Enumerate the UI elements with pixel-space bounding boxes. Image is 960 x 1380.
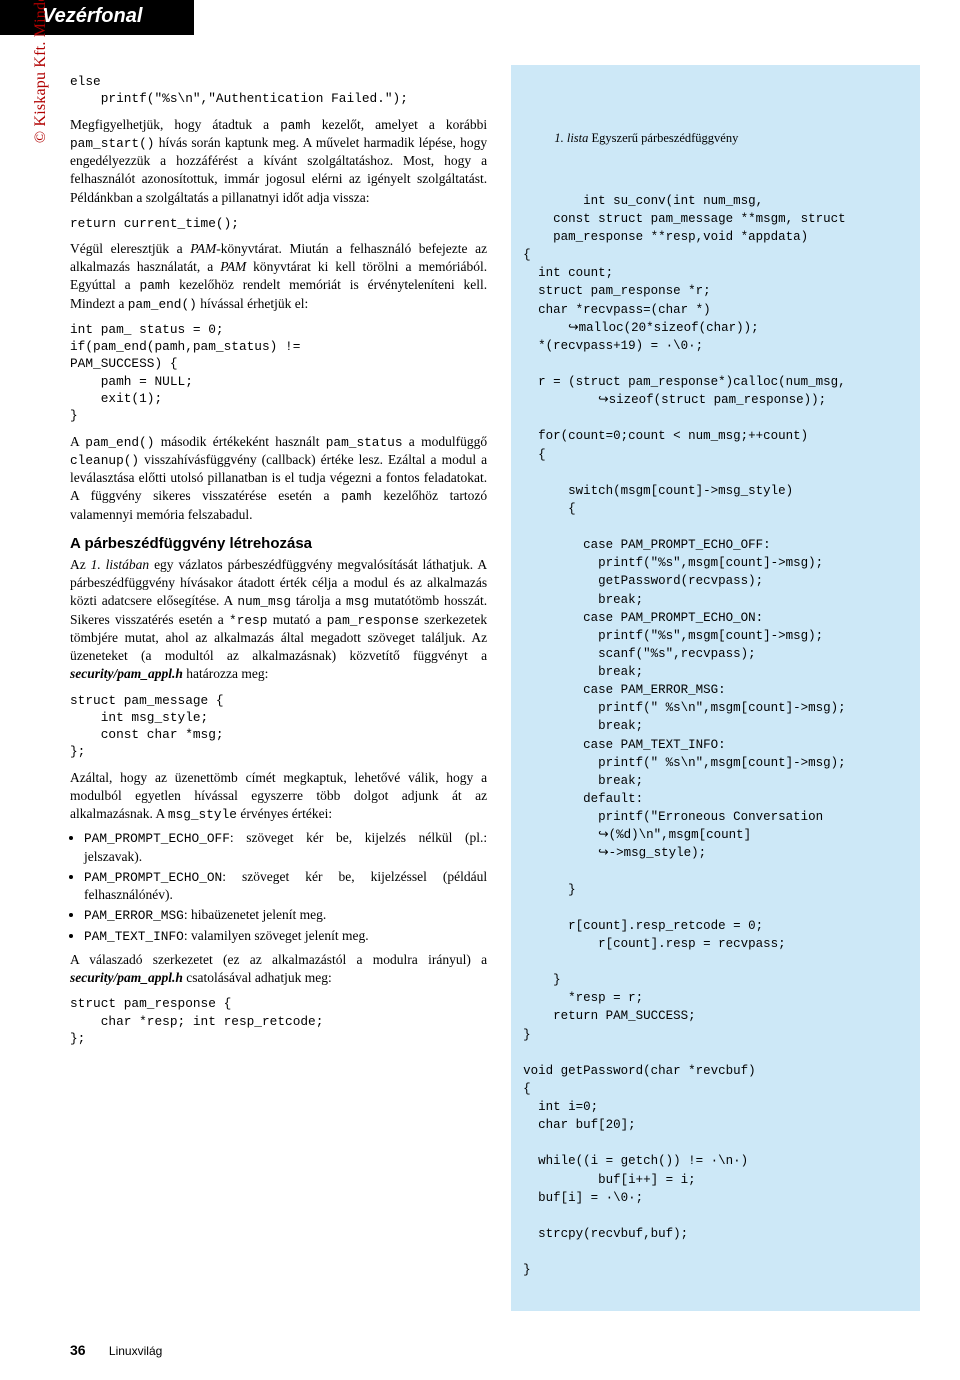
paragraph-4: Az 1. listában egy vázlatos párbeszédfüg… — [70, 556, 487, 684]
column-left: else printf("%s\n","Authentication Faile… — [70, 65, 487, 1311]
inline-code: pam_response — [327, 613, 419, 628]
emph: security/pam_appl.h — [70, 970, 183, 985]
inline-code: PAM_PROMPT_ECHO_OFF — [84, 831, 230, 846]
text: érvényes értékei: — [237, 806, 332, 821]
text: határozza meg: — [183, 666, 268, 681]
paragraph-3: A pam_end() második értékeként használt … — [70, 433, 487, 524]
copyright-sidebar: © Kiskapu Kft. Minden jog fenntartva — [30, 0, 52, 150]
code-listing-box: 1. lista Egyszerű párbeszédfüggvény int … — [511, 65, 920, 1311]
magazine-name: Linuxvilág — [109, 1344, 162, 1358]
inline-code: pamh — [140, 278, 171, 293]
inline-code: PAM_TEXT_INFO — [84, 929, 184, 944]
text: a modulfüggő — [403, 434, 488, 449]
text: Megfigyelhetjük, hogy átadtuk a — [70, 117, 280, 132]
text: A válaszadó szerkezetet (ez az alkalmazá… — [70, 952, 487, 967]
inline-code: msg_style — [168, 807, 237, 822]
page-footer: 36 Linuxvilág — [70, 1341, 920, 1360]
column-right: 1. lista Egyszerű párbeszédfüggvény int … — [511, 65, 920, 1311]
two-column-layout: else printf("%s\n","Authentication Faile… — [70, 65, 920, 1311]
list-item: PAM_TEXT_INFO: valamilyen szöveget jelen… — [84, 927, 487, 945]
inline-code: *resp — [229, 613, 267, 628]
bullet-list: PAM_PROMPT_ECHO_OFF: szöveget kér be, ki… — [70, 829, 487, 945]
inline-code: PAM_PROMPT_ECHO_ON — [84, 870, 222, 885]
inline-code: pam_status — [326, 435, 403, 450]
listing-code: int su_conv(int num_msg, const struct pa… — [523, 194, 846, 1277]
paragraph-5: Azáltal, hogy az üzenettömb címét megkap… — [70, 769, 487, 824]
paragraph-1: Megfigyelhetjük, hogy átadtuk a pamh kez… — [70, 116, 487, 207]
inline-code: pam_start() — [70, 136, 154, 151]
page-number: 36 — [70, 1342, 86, 1358]
inline-code: num_msg — [237, 594, 291, 609]
emph: PAM — [220, 259, 246, 274]
text: tárolja a — [291, 593, 346, 608]
list-item: PAM_PROMPT_ECHO_OFF: szöveget kér be, ki… — [84, 829, 487, 865]
paragraph-6: A válaszadó szerkezetet (ez az alkalmazá… — [70, 951, 487, 987]
inline-code: pam_end() — [128, 297, 197, 312]
listing-caption: 1. lista Egyszerű párbeszédfüggvény — [523, 111, 908, 165]
subheading: A párbeszédfüggvény létrehozása — [70, 534, 487, 554]
inline-code: msg — [346, 594, 369, 609]
code-block-3: int pam_ status = 0; if(pam_end(pamh,pam… — [70, 321, 487, 425]
inline-code: pamh — [280, 118, 311, 133]
text: : valamilyen szöveget jelenít meg. — [184, 928, 369, 943]
text: csatolásával adhatjuk meg: — [183, 970, 332, 985]
code-block-2: return current_time(); — [70, 215, 487, 232]
inline-code: pamh — [341, 489, 372, 504]
listing-number: 1. lista — [554, 131, 588, 145]
emph: 1. listában — [91, 557, 150, 572]
code-block-5: struct pam_response { char *resp; int re… — [70, 995, 487, 1047]
code-block-1: else printf("%s\n","Authentication Faile… — [70, 73, 487, 108]
text: hívással érhetjük el: — [197, 296, 308, 311]
text: mutató a — [267, 612, 326, 627]
emph: security/pam_appl.h — [70, 666, 183, 681]
code-block-4: struct pam_message { int msg_style; cons… — [70, 692, 487, 761]
list-item: PAM_PROMPT_ECHO_ON: szöveget kér be, kij… — [84, 868, 487, 904]
list-item: PAM_ERROR_MSG: hibaüzenetet jelenít meg. — [84, 906, 487, 924]
text: második értékeként használt — [154, 434, 325, 449]
emph: PAM — [190, 241, 216, 256]
text: A — [70, 434, 85, 449]
inline-code: pam_end() — [85, 435, 154, 450]
listing-title-text: Egyszerű párbeszédfüggvény — [588, 131, 738, 145]
inline-code: cleanup() — [70, 453, 139, 468]
page-body: © Kiskapu Kft. Minden jog fenntartva els… — [0, 65, 960, 1380]
text: kezelőt, amelyet a korábbi — [311, 117, 487, 132]
inline-code: PAM_ERROR_MSG — [84, 908, 184, 923]
text: Az — [70, 557, 91, 572]
text: : hibaüzenetet jelenít meg. — [184, 907, 326, 922]
text: Végül eleresztjük a — [70, 241, 190, 256]
paragraph-2: Végül eleresztjük a PAM-könyvtárat. Miut… — [70, 240, 487, 313]
